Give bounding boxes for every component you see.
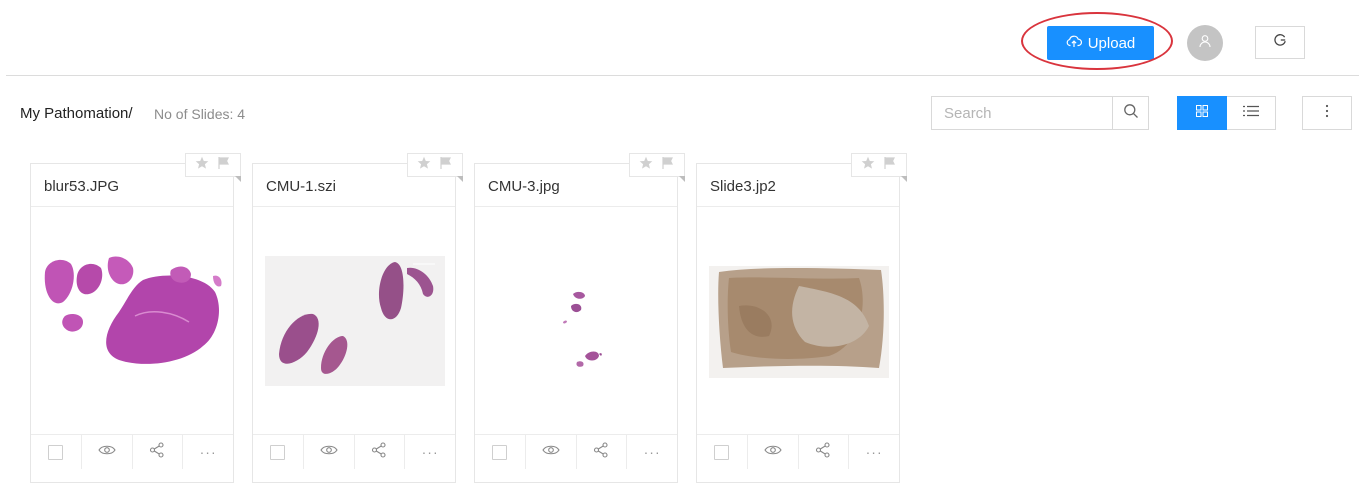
grid-view-icon xyxy=(1196,104,1208,122)
more-icon xyxy=(1325,104,1329,123)
ellipsis-icon: ··· xyxy=(421,444,439,460)
share-button[interactable] xyxy=(577,435,628,469)
eye-icon xyxy=(319,443,338,461)
user-icon xyxy=(1198,34,1212,53)
slide-thumbnail[interactable] xyxy=(487,256,667,386)
star-icon[interactable] xyxy=(639,156,653,175)
list-view-icon xyxy=(1243,104,1259,122)
share-button[interactable] xyxy=(355,435,406,469)
card-actions: ··· xyxy=(697,434,899,469)
share-button[interactable] xyxy=(133,435,184,469)
more-actions-button[interactable]: ··· xyxy=(849,435,899,469)
card-actions: ··· xyxy=(31,434,233,469)
slide-thumbnail[interactable] xyxy=(43,256,223,386)
eye-icon xyxy=(97,443,116,461)
flag-icon[interactable] xyxy=(661,156,675,175)
ellipsis-icon: ··· xyxy=(865,444,883,460)
avatar[interactable] xyxy=(1187,25,1223,61)
slide-name[interactable]: CMU-3.jpg xyxy=(488,178,560,195)
slide-thumbnail[interactable] xyxy=(265,256,445,386)
star-icon[interactable] xyxy=(861,156,875,175)
more-actions-button[interactable]: ··· xyxy=(627,435,677,469)
card-badges xyxy=(851,153,907,182)
slide-name[interactable]: blur53.JPG xyxy=(44,178,119,195)
share-icon xyxy=(371,441,387,463)
select-cell xyxy=(697,435,748,469)
select-checkbox[interactable] xyxy=(714,444,730,460)
eye-icon xyxy=(541,443,560,461)
flag-icon[interactable] xyxy=(883,156,897,175)
ellipsis-icon: ··· xyxy=(199,444,217,460)
breadcrumb[interactable]: My Pathomation/ xyxy=(20,105,133,122)
star-icon[interactable] xyxy=(417,156,431,175)
flag-icon[interactable] xyxy=(439,156,453,175)
search-button[interactable] xyxy=(1112,97,1148,129)
header-divider xyxy=(6,75,1359,76)
ellipsis-icon: ··· xyxy=(643,444,661,460)
share-icon xyxy=(815,441,831,463)
card-badges xyxy=(629,153,685,182)
slide-thumbnail[interactable] xyxy=(709,256,889,386)
select-cell xyxy=(475,435,526,469)
slide-card[interactable]: CMU-1.szi ··· xyxy=(252,153,463,483)
card-actions: ··· xyxy=(253,434,455,469)
upload-label: Upload xyxy=(1087,34,1136,52)
select-checkbox[interactable] xyxy=(270,444,286,460)
cloud-upload-icon xyxy=(1066,34,1082,52)
refresh-icon xyxy=(1273,33,1287,52)
refresh-button[interactable] xyxy=(1255,26,1305,59)
select-cell xyxy=(253,435,304,469)
search-icon xyxy=(1123,103,1139,124)
eye-icon xyxy=(763,443,782,461)
search-input[interactable] xyxy=(932,97,1112,129)
view-button[interactable] xyxy=(748,435,799,469)
view-button[interactable] xyxy=(526,435,577,469)
select-cell xyxy=(31,435,82,469)
more-options-button[interactable] xyxy=(1302,96,1352,130)
select-checkbox[interactable] xyxy=(48,444,64,460)
slide-count: No of Slides: 4 xyxy=(154,106,246,122)
slide-card[interactable]: blur53.JPG ··· xyxy=(30,153,241,483)
card-badges xyxy=(185,153,241,182)
more-actions-button[interactable]: ··· xyxy=(405,435,455,469)
flag-icon[interactable] xyxy=(217,156,231,175)
select-checkbox[interactable] xyxy=(492,444,508,460)
share-icon xyxy=(593,441,609,463)
view-button[interactable] xyxy=(82,435,133,469)
view-button[interactable] xyxy=(304,435,355,469)
share-button[interactable] xyxy=(799,435,850,469)
slide-name[interactable]: Slide3.jp2 xyxy=(710,178,776,195)
share-icon xyxy=(149,441,165,463)
slide-card[interactable]: Slide3.jp2 ··· xyxy=(696,153,907,483)
top-bar: Upload xyxy=(0,0,1359,76)
star-icon[interactable] xyxy=(195,156,209,175)
more-actions-button[interactable]: ··· xyxy=(183,435,233,469)
upload-button[interactable]: Upload xyxy=(1047,26,1154,60)
slide-name[interactable]: CMU-1.szi xyxy=(266,178,336,195)
search-box xyxy=(931,96,1149,130)
grid-view-button[interactable] xyxy=(1177,96,1227,130)
card-badges xyxy=(407,153,463,182)
list-view-button[interactable] xyxy=(1227,96,1276,130)
slide-card[interactable]: CMU-3.jpg ··· xyxy=(474,153,685,483)
card-actions: ··· xyxy=(475,434,677,469)
